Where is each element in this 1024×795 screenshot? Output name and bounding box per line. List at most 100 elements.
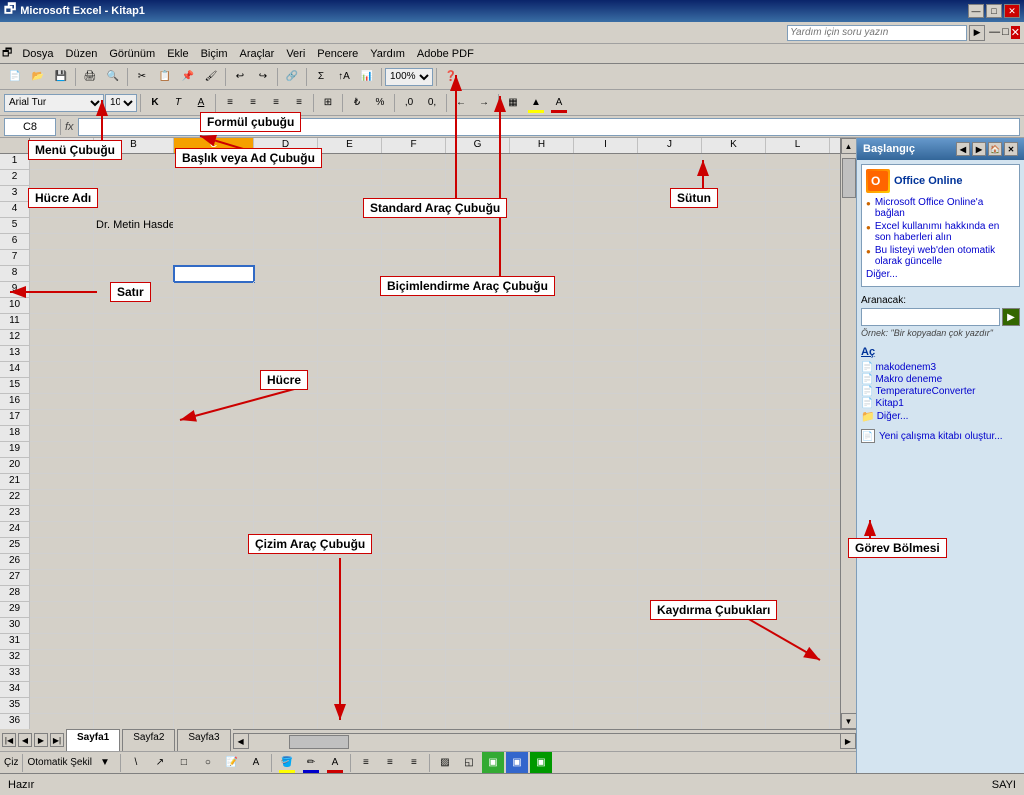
- cell-A19[interactable]: [30, 442, 94, 458]
- cell-M22[interactable]: [830, 490, 840, 506]
- cell-H33[interactable]: [510, 666, 574, 682]
- cell-C6[interactable]: [174, 234, 254, 250]
- cell-I9[interactable]: [574, 282, 638, 298]
- row-header-26[interactable]: 26: [0, 554, 30, 570]
- cell-L25[interactable]: [766, 538, 830, 554]
- cell-C31[interactable]: [174, 634, 254, 650]
- cell-J34[interactable]: [638, 682, 702, 698]
- cell-G30[interactable]: [446, 618, 510, 634]
- chart-button[interactable]: 📊: [356, 66, 378, 88]
- col-header-j[interactable]: J: [638, 138, 702, 153]
- draw-align-right-button[interactable]: ≡: [403, 752, 425, 774]
- cell-D18[interactable]: [254, 426, 318, 442]
- cell-D15[interactable]: [254, 378, 318, 394]
- cell-A15[interactable]: [30, 378, 94, 394]
- cell-M19[interactable]: [830, 442, 840, 458]
- cell-L5[interactable]: [766, 218, 830, 234]
- cell-H17[interactable]: [510, 410, 574, 426]
- cell-H15[interactable]: [510, 378, 574, 394]
- cell-D28[interactable]: [254, 586, 318, 602]
- cell-H16[interactable]: [510, 394, 574, 410]
- draw-wordart-button[interactable]: A: [245, 752, 267, 774]
- cell-F24[interactable]: [382, 522, 446, 538]
- cell-F18[interactable]: [382, 426, 446, 442]
- col-header-k[interactable]: K: [702, 138, 766, 153]
- new-button[interactable]: 📄: [4, 66, 26, 88]
- open-file-makodenem3[interactable]: 📄 makodenem3: [861, 362, 1020, 373]
- cell-I13[interactable]: [574, 346, 638, 362]
- cell-L27[interactable]: [766, 570, 830, 586]
- cell-C16[interactable]: [174, 394, 254, 410]
- sheet-tab-sayfa1[interactable]: Sayfa1: [66, 729, 120, 751]
- scroll-left-button[interactable]: ◀: [233, 733, 249, 749]
- new-workbook-button[interactable]: 📄 Yeni çalışma kitabı oluştur...: [861, 429, 1020, 443]
- scroll-up-button[interactable]: ▲: [841, 138, 857, 154]
- cell-G22[interactable]: [446, 490, 510, 506]
- cell-C2[interactable]: [174, 170, 254, 186]
- cell-K28[interactable]: [702, 586, 766, 602]
- cell-E24[interactable]: [318, 522, 382, 538]
- cell-H5[interactable]: [510, 218, 574, 234]
- cell-F9[interactable]: [382, 282, 446, 298]
- cell-L20[interactable]: [766, 458, 830, 474]
- cell-D11[interactable]: [254, 314, 318, 330]
- cell-B22[interactable]: [94, 490, 174, 506]
- cell-A11[interactable]: [30, 314, 94, 330]
- cell-I7[interactable]: [574, 250, 638, 266]
- cell-E16[interactable]: [318, 394, 382, 410]
- col-header-e[interactable]: E: [318, 138, 382, 153]
- cell-J2[interactable]: [638, 170, 702, 186]
- cell-E21[interactable]: [318, 474, 382, 490]
- cell-C12[interactable]: [174, 330, 254, 346]
- cell-M9[interactable]: [830, 282, 840, 298]
- cell-M15[interactable]: [830, 378, 840, 394]
- select-all-button[interactable]: [0, 138, 30, 153]
- cell-H24[interactable]: [510, 522, 574, 538]
- cell-A2[interactable]: [30, 170, 94, 186]
- cell-F20[interactable]: [382, 458, 446, 474]
- panel-forward-button[interactable]: ▶: [972, 142, 986, 156]
- cell-M20[interactable]: [830, 458, 840, 474]
- open-file-makro-deneme[interactable]: 📄 Makro deneme: [861, 374, 1020, 385]
- cell-F5[interactable]: [382, 218, 446, 234]
- draw-textbox-button[interactable]: 📝: [221, 752, 243, 774]
- cell-G15[interactable]: [446, 378, 510, 394]
- cell-G24[interactable]: [446, 522, 510, 538]
- cell-M16[interactable]: [830, 394, 840, 410]
- cell-H32[interactable]: [510, 650, 574, 666]
- row-header-7[interactable]: 7: [0, 250, 30, 266]
- cell-E17[interactable]: [318, 410, 382, 426]
- cell-C17[interactable]: [174, 410, 254, 426]
- draw-rect-button[interactable]: □: [173, 752, 195, 774]
- cell-M27[interactable]: [830, 570, 840, 586]
- cell-H2[interactable]: [510, 170, 574, 186]
- cell-G18[interactable]: [446, 426, 510, 442]
- cell-A33[interactable]: [30, 666, 94, 682]
- cell-K35[interactable]: [702, 698, 766, 714]
- cell-M35[interactable]: [830, 698, 840, 714]
- cell-K14[interactable]: [702, 362, 766, 378]
- cell-D26[interactable]: [254, 554, 318, 570]
- cut-button[interactable]: ✂: [131, 66, 153, 88]
- cell-A28[interactable]: [30, 586, 94, 602]
- cell-F3[interactable]: [382, 186, 446, 202]
- row-header-22[interactable]: 22: [0, 490, 30, 506]
- cell-A8[interactable]: [30, 266, 94, 282]
- draw-shadow-button[interactable]: ▨: [434, 752, 456, 774]
- cell-B16[interactable]: [94, 394, 174, 410]
- cell-B18[interactable]: [94, 426, 174, 442]
- row-header-21[interactable]: 21: [0, 474, 30, 490]
- cell-B19[interactable]: [94, 442, 174, 458]
- cell-L28[interactable]: [766, 586, 830, 602]
- cell-B33[interactable]: [94, 666, 174, 682]
- cell-M4[interactable]: [830, 202, 840, 218]
- cell-K8[interactable]: [702, 266, 766, 282]
- cell-I20[interactable]: [574, 458, 638, 474]
- scroll-down-button[interactable]: ▼: [841, 713, 857, 729]
- cell-M5[interactable]: [830, 218, 840, 234]
- cell-K13[interactable]: [702, 346, 766, 362]
- scroll-right-button[interactable]: ▶: [840, 733, 856, 749]
- cell-M3[interactable]: [830, 186, 840, 202]
- cell-D27[interactable]: [254, 570, 318, 586]
- border-button[interactable]: ▦: [502, 92, 524, 114]
